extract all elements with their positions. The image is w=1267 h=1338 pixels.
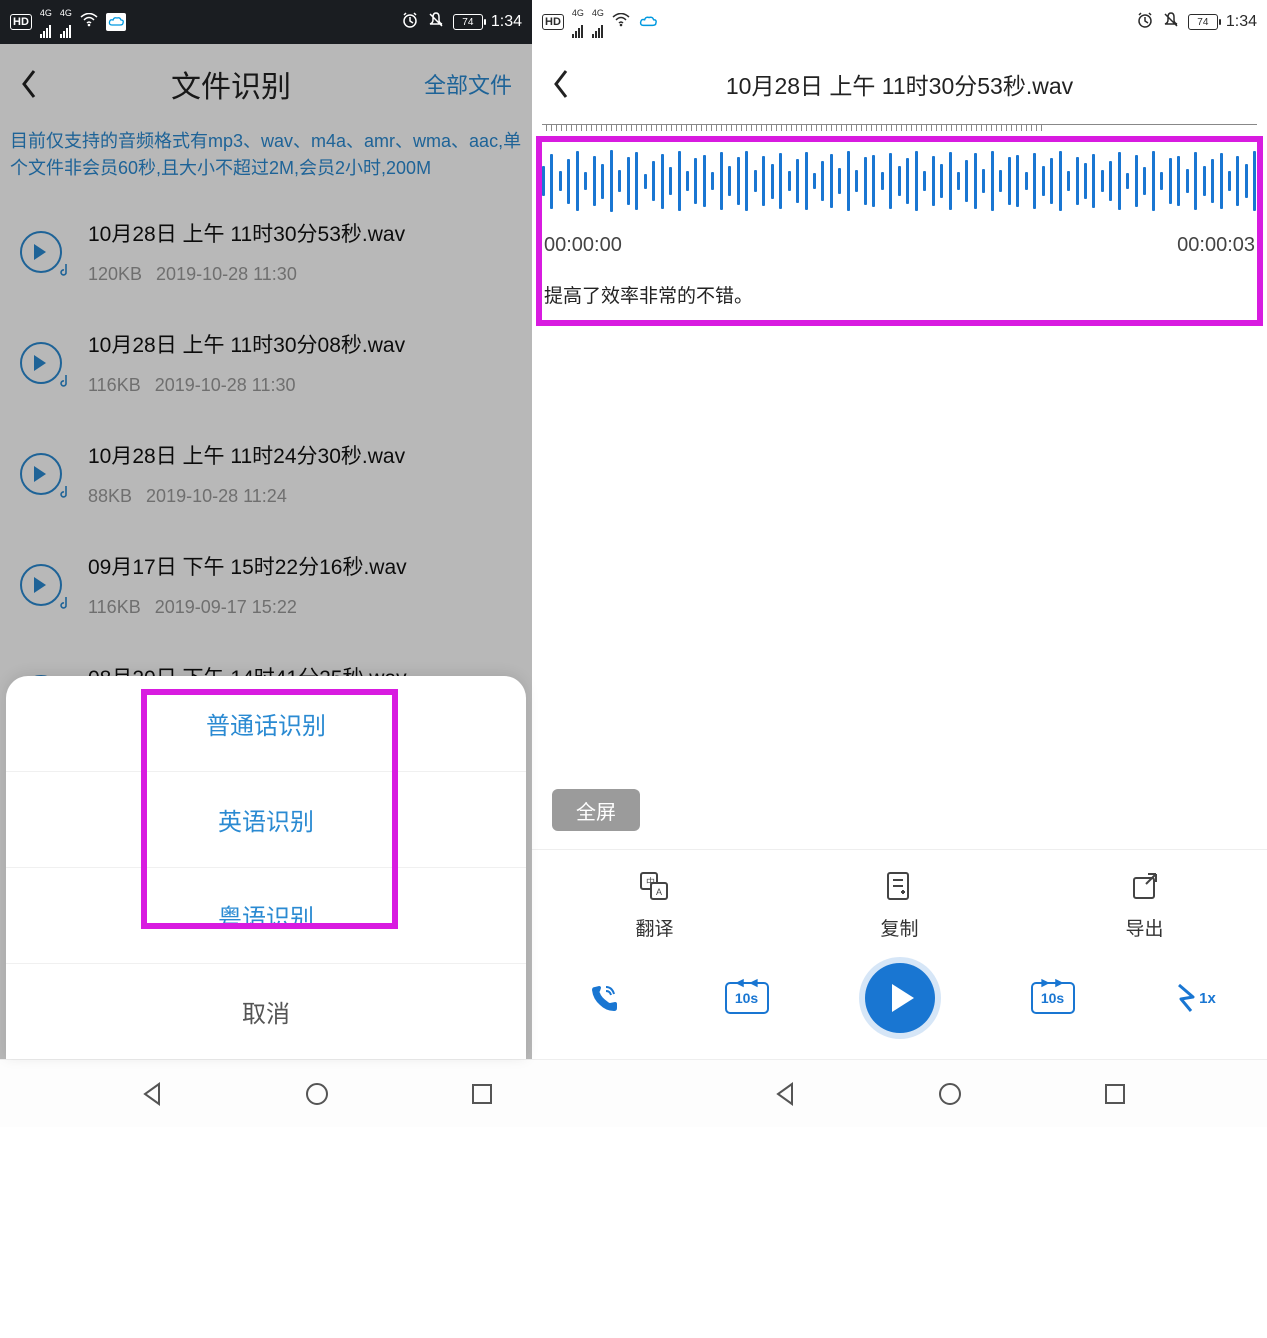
back-button[interactable] <box>552 69 570 99</box>
export-icon <box>1126 868 1162 904</box>
time-total: 00:00:03 <box>1177 234 1255 257</box>
nav-back-button[interactable] <box>139 1081 165 1107</box>
language-action-sheet: 普通话识别 英语识别 粤语识别 取消 <box>6 676 526 1059</box>
timeline-ruler <box>542 124 1257 134</box>
clock-text: 1:34 <box>1226 13 1257 31</box>
svg-text:中: 中 <box>646 876 655 887</box>
translate-icon: 中A <box>636 868 672 904</box>
tool-label: 导出 <box>1125 914 1163 941</box>
signal-1: 4G <box>40 6 52 38</box>
hd-badge: HD <box>542 14 564 30</box>
system-nav-left <box>0 1059 634 1127</box>
signal-2: 4G <box>60 6 72 38</box>
cloud-sync-icon <box>106 13 126 31</box>
nav-back-button[interactable] <box>772 1081 798 1107</box>
waveform[interactable] <box>542 144 1257 218</box>
battery-icon: 74 <box>1188 14 1218 30</box>
tool-label: 复制 <box>880 914 918 941</box>
option-mandarin[interactable]: 普通话识别 <box>6 676 526 772</box>
forward-10s-button[interactable]: ►►10s <box>1028 973 1078 1023</box>
signal-1: 4G <box>572 6 584 38</box>
status-bar-right: HD 4G 4G 74 1:34 <box>532 0 1267 44</box>
call-play-button[interactable] <box>579 973 629 1023</box>
speed-button[interactable]: 1x <box>1171 973 1221 1023</box>
nav-recent-button[interactable] <box>469 1081 495 1107</box>
playback-bar: ◄◄10s ►►10s 1x <box>532 945 1267 1059</box>
play-button[interactable] <box>865 963 935 1033</box>
option-english[interactable]: 英语识别 <box>6 772 526 868</box>
page-title: 10月28日 上午 11时30分53秒.wav <box>726 67 1073 101</box>
toolbar: 中A 翻译 复制 导出 <box>532 849 1267 945</box>
nav-home-button[interactable] <box>937 1081 963 1107</box>
system-nav-right <box>634 1059 1267 1127</box>
export-button[interactable]: 导出 <box>1125 868 1163 941</box>
mute-icon <box>1162 11 1180 34</box>
rewind-10s-button[interactable]: ◄◄10s <box>722 973 772 1023</box>
transcript-text: 提高了效率非常的不错。 <box>542 275 1257 328</box>
hd-badge: HD <box>10 14 32 30</box>
play-icon <box>892 984 914 1012</box>
alarm-icon <box>401 11 419 34</box>
wifi-icon <box>80 13 98 32</box>
clock-text: 1:34 <box>491 13 522 31</box>
copy-icon <box>881 868 917 904</box>
header-right: 10月28日 上午 11时30分53秒.wav <box>532 44 1267 124</box>
wifi-icon <box>612 13 630 32</box>
tool-label: 翻译 <box>635 914 673 941</box>
time-current: 00:00:00 <box>544 234 622 257</box>
status-bar-left: HD 4G 4G 74 1:34 <box>0 0 532 44</box>
alarm-icon <box>1136 11 1154 34</box>
option-cantonese[interactable]: 粤语识别 <box>6 868 526 964</box>
battery-icon: 74 <box>453 14 483 30</box>
cloud-sync-icon <box>638 13 658 31</box>
fullscreen-button[interactable]: 全屏 <box>552 789 640 831</box>
svg-text:A: A <box>656 887 662 897</box>
translate-button[interactable]: 中A 翻译 <box>635 868 673 941</box>
copy-button[interactable]: 复制 <box>880 868 918 941</box>
cancel-button[interactable]: 取消 <box>6 964 526 1059</box>
mute-icon <box>427 11 445 34</box>
nav-recent-button[interactable] <box>1102 1081 1128 1107</box>
nav-home-button[interactable] <box>304 1081 330 1107</box>
signal-2: 4G <box>592 6 604 38</box>
